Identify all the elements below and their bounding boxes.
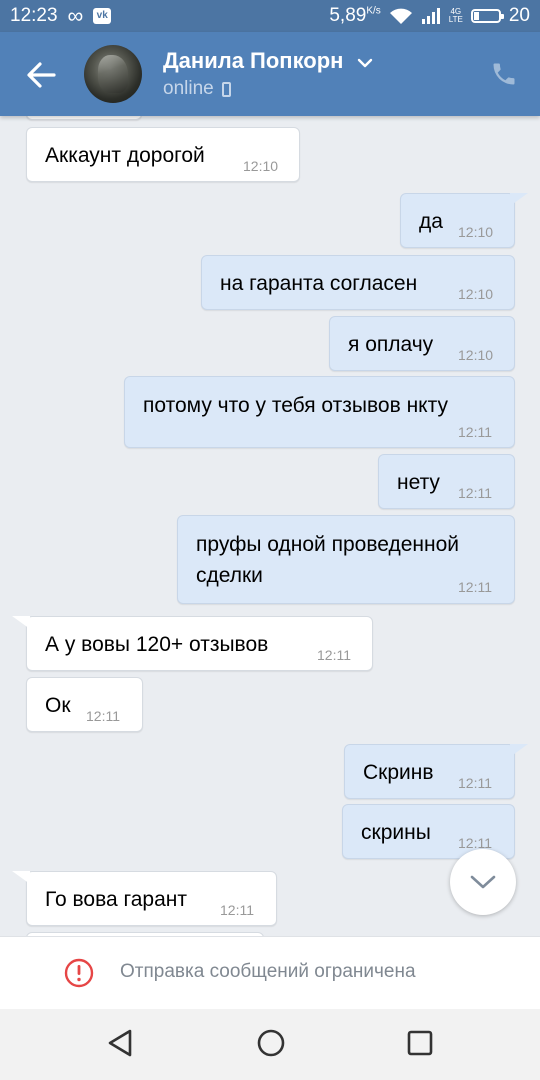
message-bubble-partial bbox=[26, 116, 142, 120]
network-type-bottom: LTE bbox=[448, 15, 463, 24]
message-incoming[interactable]: Го вова гарант 12:11 bbox=[26, 871, 277, 926]
message-text: Скринв bbox=[363, 761, 434, 784]
message-time: 12:10 bbox=[458, 347, 494, 363]
message-text: Аккаунт дорогой bbox=[45, 144, 205, 167]
message-time: 12:11 bbox=[220, 902, 254, 918]
warning-circle-icon bbox=[64, 958, 94, 988]
message-time: 12:11 bbox=[458, 775, 492, 791]
bubble-tail bbox=[510, 193, 528, 206]
net-speed-unit: K/s bbox=[366, 5, 381, 17]
status-bar: 12:23 ∞ vk 5,89K/s 4G LTE 20 bbox=[0, 0, 540, 32]
message-text: на гаранта согласен bbox=[220, 272, 418, 295]
bubble-tail bbox=[12, 616, 30, 629]
message-time: 12:11 bbox=[458, 424, 492, 440]
nav-recent-apps-icon[interactable] bbox=[406, 1029, 434, 1057]
restricted-message: Отправка сообщений ограничена bbox=[120, 961, 416, 982]
avatar[interactable] bbox=[84, 45, 142, 103]
vk-notification-icon: vk bbox=[93, 8, 112, 24]
bubble-tail bbox=[510, 744, 528, 757]
message-text: скрины bbox=[361, 821, 431, 844]
message-text: нету bbox=[397, 471, 440, 494]
message-time: 12:11 bbox=[86, 708, 120, 724]
scroll-to-bottom-button[interactable] bbox=[450, 849, 516, 915]
message-time: 12:10 bbox=[243, 158, 279, 174]
chevron-down-icon[interactable] bbox=[357, 58, 373, 68]
message-outgoing[interactable]: я оплачу 12:10 bbox=[329, 316, 515, 371]
clock: 12:23 bbox=[10, 5, 58, 26]
bubble-tail bbox=[12, 871, 30, 884]
message-time: 12:10 bbox=[458, 224, 494, 240]
messaging-restricted-banner: Отправка сообщений ограничена bbox=[0, 936, 540, 1009]
message-text-line-1: пруфы одной проведенной bbox=[196, 533, 460, 556]
net-speed-value: 5,89 bbox=[329, 5, 367, 26]
nav-back-icon[interactable] bbox=[106, 1028, 134, 1058]
message-time: 12:11 bbox=[458, 579, 492, 595]
back-arrow-icon[interactable] bbox=[24, 58, 58, 92]
battery-level: 20 bbox=[508, 5, 530, 26]
message-time: 12:10 bbox=[458, 286, 494, 302]
message-text: потому что у тебя отзывов нкту bbox=[143, 394, 448, 417]
battery-icon bbox=[470, 9, 504, 23]
network-type: 4G LTE bbox=[449, 8, 463, 24]
message-text: Ок bbox=[45, 694, 71, 717]
signal-icon bbox=[421, 8, 440, 24]
contact-status: online bbox=[163, 78, 231, 100]
message-time: 12:11 bbox=[458, 485, 492, 501]
message-incoming[interactable]: А у вовы 120+ отзывов 12:11 bbox=[26, 616, 373, 671]
message-outgoing[interactable]: на гаранта согласен 12:10 bbox=[201, 255, 515, 310]
message-text-line-2: сделки bbox=[196, 564, 263, 587]
infinity-icon: ∞ bbox=[67, 3, 84, 28]
online-status: online bbox=[163, 78, 214, 99]
wifi-icon bbox=[389, 8, 412, 24]
message-outgoing[interactable]: нету 12:11 bbox=[378, 454, 515, 509]
message-time: 12:11 bbox=[317, 647, 351, 663]
nav-home-icon[interactable] bbox=[256, 1028, 286, 1058]
message-text: А у вовы 120+ отзывов bbox=[45, 633, 269, 656]
message-incoming[interactable]: Аккаунт дорогой 12:10 bbox=[26, 127, 300, 182]
message-text: я оплачу bbox=[348, 333, 434, 356]
message-text: да bbox=[419, 210, 443, 233]
message-list[interactable]: Аккаунт дорогой 12:10 да 12:10 на гарант… bbox=[0, 116, 540, 936]
system-navigation-bar bbox=[0, 1008, 540, 1080]
message-outgoing[interactable]: Скринв 12:11 bbox=[344, 744, 515, 799]
mobile-phone-icon bbox=[221, 81, 231, 97]
call-icon[interactable] bbox=[490, 60, 518, 88]
net-speed: 5,89K/s bbox=[329, 5, 380, 27]
message-outgoing[interactable]: потому что у тебя отзывов нкту 12:11 bbox=[124, 376, 515, 448]
message-outgoing[interactable]: да 12:10 bbox=[400, 193, 515, 248]
chat-header: Данила Попкорн online bbox=[0, 32, 540, 116]
chevron-down-icon bbox=[470, 875, 496, 889]
message-text: Го вова гарант bbox=[45, 888, 187, 911]
contact-name[interactable]: Данила Попкорн bbox=[163, 48, 343, 74]
message-incoming[interactable]: Ок 12:11 bbox=[26, 677, 143, 732]
message-outgoing[interactable]: пруфы одной проведенной сделки 12:11 bbox=[177, 515, 515, 604]
